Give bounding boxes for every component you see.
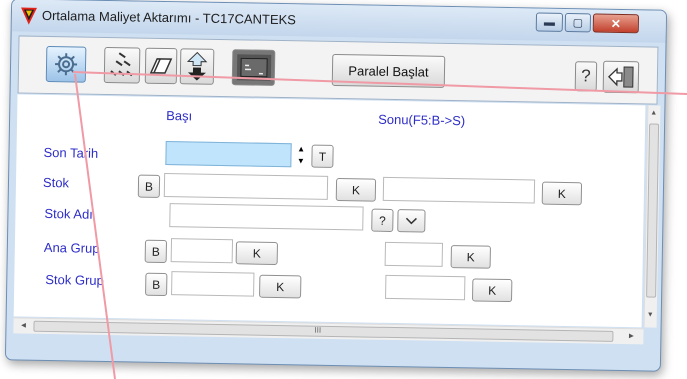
annotation-overlay — [72, 71, 687, 379]
annotation-line-down — [74, 73, 116, 379]
annotation-line-right — [72, 71, 687, 95]
